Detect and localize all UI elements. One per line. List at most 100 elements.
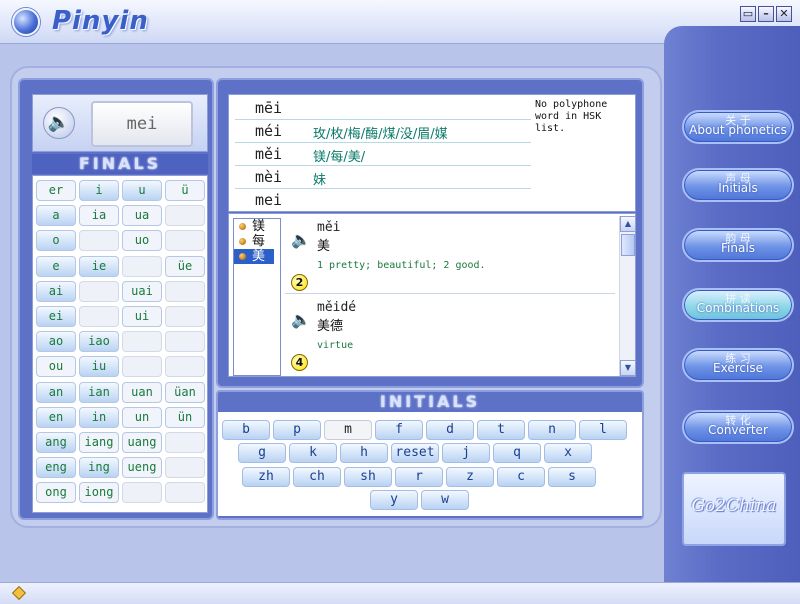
list-item[interactable]: 每 — [234, 234, 280, 249]
final-u[interactable]: u — [122, 180, 162, 201]
final-cell-empty — [79, 230, 119, 252]
final-a[interactable]: a — [36, 205, 76, 227]
final-cell-empty — [122, 331, 162, 353]
character-list[interactable]: 镁 每 美 — [233, 218, 281, 376]
vertical-scrollbar[interactable]: ▲ ▼ — [619, 216, 636, 376]
initial-l[interactable]: l — [579, 420, 627, 440]
brand-logo[interactable]: Go2China — [682, 472, 786, 546]
scroll-thumb[interactable] — [621, 234, 635, 256]
nav-exercise[interactable]: 练 习 Exercise — [682, 348, 794, 382]
final-e[interactable]: e — [36, 255, 76, 277]
final-ei[interactable]: ei — [36, 306, 76, 327]
tone-row[interactable]: mei — [235, 189, 531, 212]
final-ai[interactable]: ai — [36, 280, 76, 302]
initial-c[interactable]: c — [497, 467, 545, 487]
list-item[interactable]: 镁 — [234, 219, 280, 234]
hsk-level-badge: 4 — [291, 354, 308, 371]
initial-h[interactable]: h — [340, 443, 388, 463]
close-button[interactable]: ✕ — [776, 6, 792, 22]
initial-z[interactable]: z — [446, 467, 494, 487]
final-ui[interactable]: ui — [122, 306, 162, 327]
final-an[interactable]: an — [36, 381, 76, 403]
reset-button[interactable]: reset — [391, 443, 439, 463]
final-o[interactable]: o — [36, 230, 76, 252]
final-ou[interactable]: ou — [36, 356, 76, 378]
list-item-selected[interactable]: 美 — [234, 249, 274, 264]
final-i[interactable]: i — [79, 180, 119, 201]
final-ie[interactable]: ie — [79, 255, 119, 277]
play-sound-button[interactable]: 🔈 — [43, 107, 75, 139]
initial-g[interactable]: g — [238, 443, 286, 463]
final-uan[interactable]: uan — [122, 381, 162, 403]
final-ao[interactable]: ao — [36, 331, 76, 353]
entry-divider — [285, 293, 615, 294]
nav-about-phonetics[interactable]: 关 于 About phonetics — [682, 110, 794, 144]
initial-zh[interactable]: zh — [242, 467, 290, 487]
final-ü[interactable]: ü — [165, 180, 205, 201]
final-un[interactable]: un — [122, 406, 162, 428]
final-uo[interactable]: uo — [122, 230, 162, 252]
final-ueng[interactable]: ueng — [122, 457, 162, 479]
final-iu[interactable]: iu — [79, 356, 119, 378]
current-syllable-display: mei — [91, 101, 193, 147]
finals-panel: 🔈 mei FINALS er i u ü a ia ua o uo e ie üe ai uai ei ui… — [18, 78, 214, 520]
initial-n[interactable]: n — [528, 420, 576, 440]
initial-y[interactable]: y — [370, 490, 418, 510]
final-iao[interactable]: iao — [79, 331, 119, 353]
tone-row[interactable]: měi 镁/每/美/ — [235, 143, 531, 166]
initial-m[interactable]: m — [324, 420, 372, 440]
final-ia[interactable]: ia — [79, 205, 119, 227]
tone-row[interactable]: mèi 妹 — [235, 166, 531, 189]
dictionary-entries: 🔈 měi 美 1 pretty; beautiful; 2 good. 2 🔈… — [285, 216, 615, 374]
nav-initials[interactable]: 声 母 Initials — [682, 168, 794, 202]
final-cell-empty — [165, 432, 205, 453]
initial-b[interactable]: b — [222, 420, 270, 440]
final-ua[interactable]: ua — [122, 205, 162, 227]
initial-x[interactable]: x — [544, 443, 592, 463]
initial-j[interactable]: j — [442, 443, 490, 463]
final-cell-empty — [122, 255, 162, 277]
initial-f[interactable]: f — [375, 420, 423, 440]
initial-ch[interactable]: ch — [293, 467, 341, 487]
initial-d[interactable]: d — [426, 420, 474, 440]
final-üe[interactable]: üe — [165, 255, 205, 277]
speaker-icon[interactable]: 🔈 — [291, 230, 311, 249]
initial-r[interactable]: r — [395, 467, 443, 487]
polyphone-note: No polyphone word in HSK list. — [535, 99, 608, 134]
nav-finals[interactable]: 韵 母 Finals — [682, 228, 794, 262]
final-ang[interactable]: ang — [36, 432, 76, 453]
final-iang[interactable]: iang — [79, 432, 119, 453]
tone-row[interactable]: méi 玫/枚/梅/酶/煤/没/眉/媒 — [235, 120, 531, 143]
final-en[interactable]: en — [36, 406, 76, 428]
initials-grid: b p m f d t n l g k h reset j q x zh ch sh r z c s y w — [218, 412, 642, 516]
final-ün[interactable]: ün — [165, 406, 205, 428]
restore-button[interactable]: ▭ — [740, 6, 756, 22]
initial-q[interactable]: q — [493, 443, 541, 463]
nav-combinations[interactable]: 拼 读 Combinations — [682, 288, 794, 322]
final-eng[interactable]: eng — [36, 457, 76, 479]
final-cell-empty — [122, 482, 162, 504]
final-uang[interactable]: uang — [122, 432, 162, 453]
tone-row[interactable]: mēi — [235, 97, 531, 120]
initial-s[interactable]: s — [548, 467, 596, 487]
final-ing[interactable]: ing — [79, 457, 119, 479]
scroll-up-icon[interactable]: ▲ — [620, 216, 636, 232]
initials-header: INITIALS — [379, 392, 481, 411]
minimize-button[interactable]: – — [758, 6, 774, 22]
final-uai[interactable]: uai — [122, 280, 162, 302]
final-cell-empty — [165, 306, 205, 327]
initial-k[interactable]: k — [289, 443, 337, 463]
scroll-down-icon[interactable]: ▼ — [620, 360, 636, 376]
final-er[interactable]: er — [36, 180, 76, 201]
initial-p[interactable]: p — [273, 420, 321, 440]
final-iong[interactable]: iong — [79, 482, 119, 504]
initial-w[interactable]: w — [421, 490, 469, 510]
speaker-icon[interactable]: 🔈 — [291, 310, 311, 329]
final-ong[interactable]: ong — [36, 482, 76, 504]
initial-sh[interactable]: sh — [344, 467, 392, 487]
final-üan[interactable]: üan — [165, 381, 205, 403]
final-ian[interactable]: ian — [79, 381, 119, 403]
final-in[interactable]: in — [79, 406, 119, 428]
nav-converter[interactable]: 转 化 Converter — [682, 410, 794, 444]
initial-t[interactable]: t — [477, 420, 525, 440]
